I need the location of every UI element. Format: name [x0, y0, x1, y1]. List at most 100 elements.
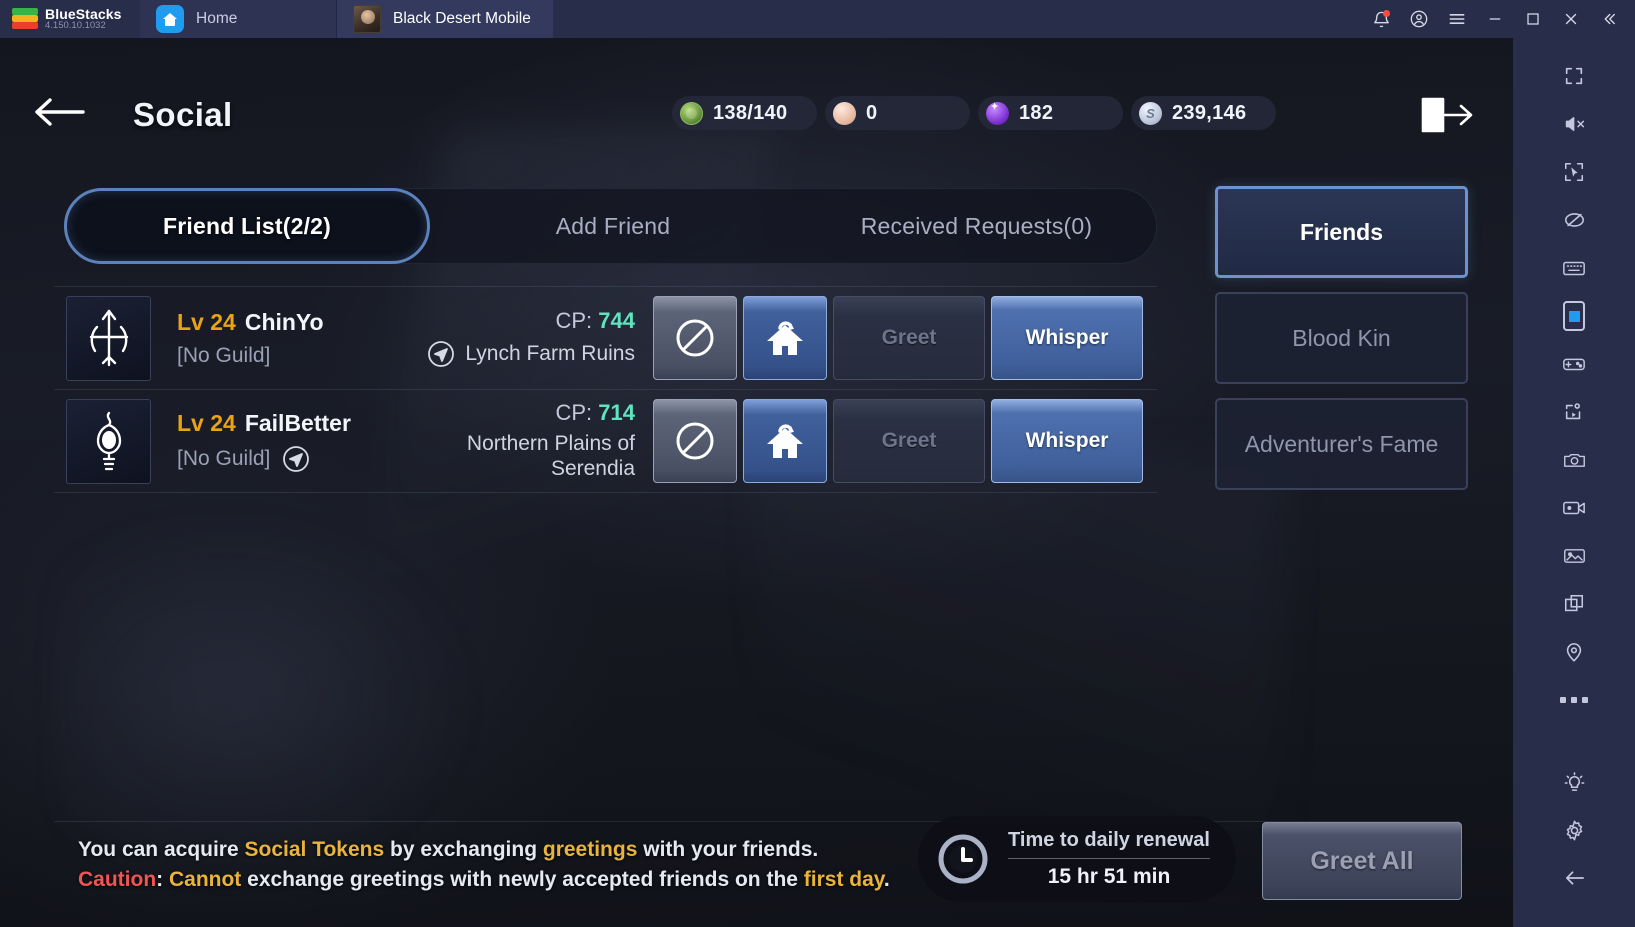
greet-button[interactable]: Greet	[833, 399, 985, 483]
timer-value: 15 hr 51 min	[1047, 865, 1171, 888]
cp-label: CP:	[555, 308, 593, 333]
fullscreen-icon[interactable]	[1546, 52, 1602, 100]
currency-black-pearl[interactable]: 182	[978, 96, 1123, 130]
exit-door-icon[interactable]	[1419, 95, 1477, 135]
pearl-value: 182	[1019, 101, 1054, 124]
tab-add-friend-label: Add Friend	[555, 212, 671, 239]
notice-text: You can acquire	[78, 838, 245, 861]
media-gallery-icon[interactable]	[1546, 532, 1602, 580]
tab-friend-list[interactable]: Friend List(2/2)	[64, 188, 430, 264]
friend-stats: CP: 744 Lynch Farm Ruins	[427, 308, 635, 368]
minimize-icon[interactable]	[1477, 0, 1513, 38]
notice-text: .	[883, 867, 890, 891]
notice-line-2: Caution: Cannot exchange greetings with …	[78, 865, 908, 895]
cp-label: CP:	[555, 400, 593, 426]
friend-name: ChinYo	[244, 308, 324, 335]
script-macro-icon[interactable]	[1546, 388, 1602, 436]
home-icon	[156, 5, 184, 33]
friend-identity: Lv 24 ChinYo [No Guild]	[177, 309, 427, 368]
eye-off-icon[interactable]	[1546, 196, 1602, 244]
guild-name: [No Guild]	[177, 446, 271, 470]
energy-orb-icon	[680, 101, 703, 125]
notice-social-tokens: Social Tokens	[244, 838, 385, 861]
block-button[interactable]	[653, 296, 737, 380]
bluestacks-toolbar	[1513, 38, 1635, 927]
portrait-mode-icon[interactable]	[1546, 292, 1602, 340]
gamepad-icon[interactable]	[1546, 340, 1602, 388]
friend-list: Lv 24 ChinYo [No Guild] CP: 744 Lynch Fa…	[54, 286, 1157, 493]
notice-text: :	[156, 867, 169, 891]
level-label: Lv	[177, 308, 204, 335]
whisper-button[interactable]: Whisper	[991, 296, 1143, 380]
bluestacks-logo: BlueStacks 4.150.10.1032	[0, 0, 140, 38]
contribution-orb-icon	[833, 101, 856, 125]
tab-home-label: Home	[196, 10, 238, 27]
multi-instance-icon[interactable]	[1546, 580, 1602, 628]
titlebar-controls	[1363, 0, 1635, 38]
table-row[interactable]: Lv 24 ChinYo [No Guild] CP: 744 Lynch Fa…	[54, 287, 1157, 389]
close-icon[interactable]	[1553, 0, 1589, 38]
game-app-icon	[353, 5, 381, 33]
back-icon[interactable]	[1546, 854, 1602, 902]
tab-home[interactable]: Home	[140, 0, 336, 38]
more-options-icon[interactable]	[1546, 676, 1602, 724]
menu-icon[interactable]	[1439, 0, 1475, 38]
currency-contribution[interactable]: 0	[825, 96, 970, 130]
ranger-bow-icon	[66, 295, 151, 381]
account-icon[interactable]	[1401, 0, 1437, 38]
notifications-bell-icon[interactable]	[1363, 0, 1399, 38]
notice-first-day: first day	[803, 867, 884, 891]
mute-icon[interactable]	[1546, 100, 1602, 148]
friend-location: Lynch Farm Ruins	[465, 341, 635, 365]
tips-bulb-icon[interactable]	[1546, 758, 1602, 806]
currency-silver[interactable]: 239,146	[1131, 96, 1276, 130]
sidebar-item-blood-kin[interactable]: Blood Kin	[1215, 292, 1468, 384]
notification-badge	[1383, 10, 1390, 17]
settings-gear-icon[interactable]	[1546, 806, 1602, 854]
currency-bar: 138/140 0 182 239,146	[672, 96, 1276, 130]
daily-renewal-timer: Time to daily renewal 15 hr 51 min	[918, 816, 1236, 902]
block-button[interactable]	[653, 399, 737, 483]
bluestacks-stack-icon	[12, 8, 38, 30]
keyboard-controls-icon[interactable]	[1546, 244, 1602, 292]
navigation-arrow-icon	[427, 340, 455, 368]
witch-staff-icon	[66, 398, 151, 484]
table-row[interactable]: Lv 24 FailBetter [No Guild] CP: 714 Nort…	[54, 390, 1157, 492]
tab-black-desert-mobile[interactable]: Black Desert Mobile	[336, 0, 553, 38]
greet-button[interactable]: Greet	[833, 296, 985, 380]
contribution-value: 0	[866, 101, 878, 124]
guild-name: [No Guild]	[177, 343, 271, 367]
sidebar-item-friends[interactable]: Friends	[1215, 186, 1468, 278]
level-label: Lv	[177, 409, 204, 436]
sidebar-item-adventurers-fame[interactable]: Adventurer's Fame	[1215, 398, 1468, 490]
cp-value: 714	[598, 400, 635, 426]
notice-line-1: You can acquire Social Tokens by exchang…	[78, 835, 908, 865]
game-header: Social 138/140 0 182 239,146	[0, 38, 1513, 158]
screenshot-camera-icon[interactable]	[1546, 436, 1602, 484]
greet-all-button[interactable]: Greet All	[1262, 822, 1462, 900]
collapse-icon[interactable]	[1591, 0, 1627, 38]
visit-house-button[interactable]	[743, 399, 827, 483]
tab-game-label: Black Desert Mobile	[393, 10, 531, 27]
background-texture	[60, 508, 480, 888]
tab-received-requests[interactable]: Received Requests(0)	[796, 188, 1157, 264]
visit-house-button[interactable]	[743, 296, 827, 380]
location-pin-icon[interactable]	[1546, 628, 1602, 676]
back-arrow-icon[interactable]	[33, 95, 85, 129]
social-side-nav: Friends Blood Kin Adventurer's Fame	[1215, 186, 1468, 504]
brand-version: 4.150.10.1032	[45, 20, 106, 32]
notice-caution: Caution	[78, 867, 157, 891]
currency-energy[interactable]: 138/140	[672, 96, 817, 130]
cp-value: 744	[598, 308, 635, 333]
tab-friend-list-label: Friend List(2/2)	[162, 212, 332, 239]
silver-coin-icon	[1139, 101, 1162, 125]
tab-received-requests-label: Received Requests(0)	[860, 212, 1093, 239]
video-record-icon[interactable]	[1546, 484, 1602, 532]
brand-name: BlueStacks	[45, 5, 122, 22]
energy-value: 138/140	[713, 101, 788, 124]
social-tabs: Friend List(2/2) Add Friend Received Req…	[64, 188, 1157, 264]
whisper-button[interactable]: Whisper	[991, 399, 1143, 483]
cursor-capture-icon[interactable]	[1546, 148, 1602, 196]
tab-add-friend[interactable]: Add Friend	[430, 188, 796, 264]
maximize-icon[interactable]	[1515, 0, 1551, 38]
